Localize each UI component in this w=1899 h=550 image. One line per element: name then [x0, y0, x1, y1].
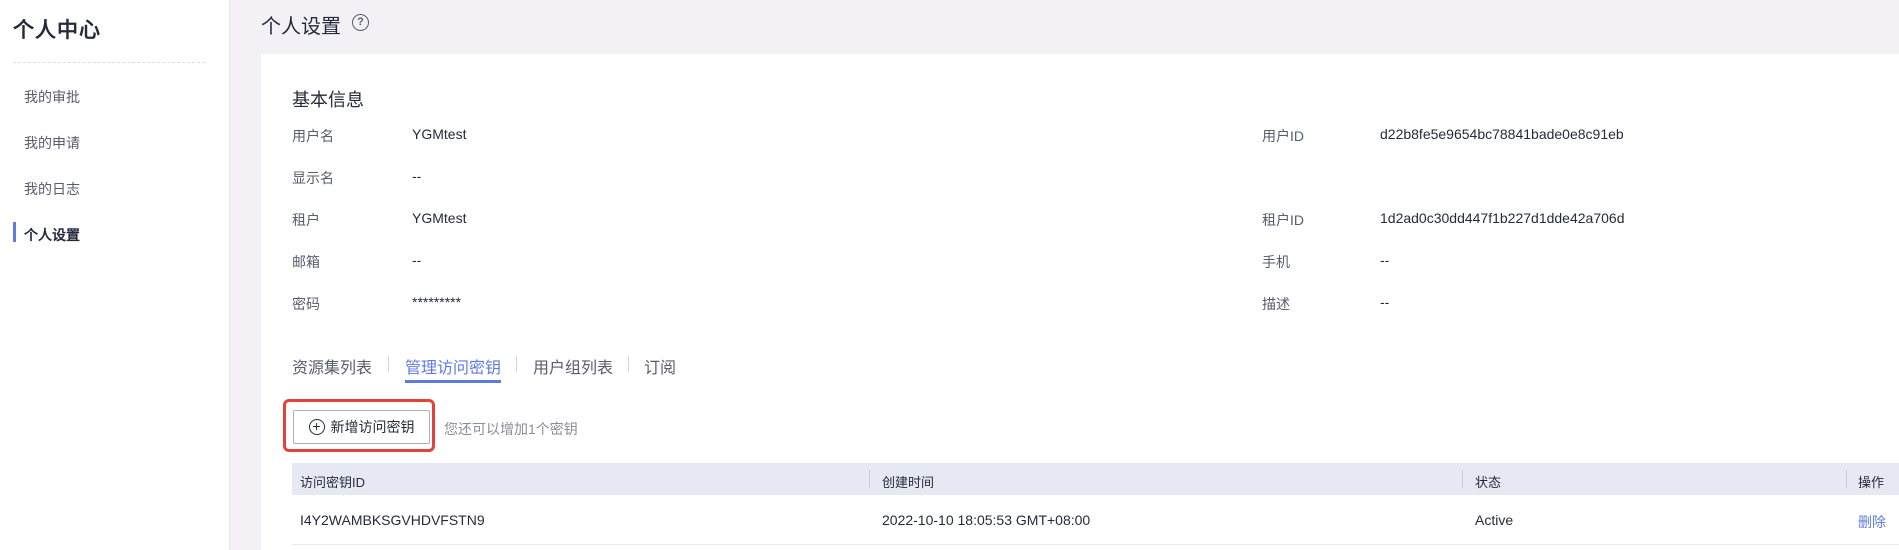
column-separator[interactable] — [1846, 470, 1847, 488]
password-value: ********* — [412, 294, 462, 310]
description-value: -- — [1380, 294, 1390, 310]
tab-separator — [628, 356, 629, 372]
password-label: 密码 — [292, 296, 320, 312]
tenant-label: 租户 — [292, 212, 320, 228]
help-icon[interactable]: ? — [352, 14, 369, 31]
tenant-value: YGMtest — [412, 210, 467, 226]
sidebar-item-my-approvals[interactable]: 我的审批 — [24, 87, 80, 107]
tab-user-groups[interactable]: 用户组列表 — [533, 354, 613, 378]
status-cell: Active — [1475, 512, 1514, 528]
column-header-actions: 操作 — [1858, 475, 1885, 490]
column-separator[interactable] — [869, 470, 870, 488]
sidebar: 个人中心 我的审批 我的申请 我的日志 个人设置 — [0, 0, 229, 550]
phone-label: 手机 — [1262, 254, 1290, 270]
column-separator[interactable] — [1462, 470, 1463, 488]
description-label: 描述 — [1262, 296, 1290, 312]
sidebar-separator — [229, 0, 230, 550]
add-access-key-button[interactable]: + 新增访问密钥 — [293, 410, 430, 444]
phone-value: -- — [1380, 252, 1390, 268]
display-name-value: -- — [412, 168, 422, 184]
tab-separator — [388, 356, 389, 372]
sidebar-item-my-logs[interactable]: 我的日志 — [24, 179, 80, 199]
user-id-label: 用户ID — [1262, 128, 1304, 144]
plus-circle-icon: + — [308, 419, 325, 435]
table-row: I4Y2WAMBKSGVHDVFSTN9 2022-10-10 18:05:53… — [292, 495, 1899, 545]
username-value: YGMtest — [412, 126, 467, 142]
sidebar-item-my-requests[interactable]: 我的申请 — [24, 133, 80, 153]
column-header-key-id: 访问密钥ID — [300, 475, 366, 490]
add-access-key-label: 新增访问密钥 — [330, 419, 415, 435]
created-time-cell: 2022-10-10 18:05:53 GMT+08:00 — [882, 512, 1091, 528]
display-name-label: 显示名 — [292, 170, 334, 186]
tab-access-keys[interactable]: 管理访问密钥 — [405, 354, 501, 378]
email-value: -- — [412, 252, 422, 268]
sidebar-active-indicator — [13, 222, 16, 242]
tab-resource-sets[interactable]: 资源集列表 — [292, 354, 372, 378]
content-card: 基本信息 用户名 YGMtest 用户ID d22b8fe5e9654bc788… — [261, 54, 1899, 550]
tenant-id-value: 1d2ad0c30dd447f1b227d1dde42a706d — [1380, 210, 1625, 226]
tab-separator — [516, 356, 517, 372]
email-label: 邮箱 — [292, 254, 320, 270]
username-label: 用户名 — [292, 128, 334, 144]
access-key-table-header: 访问密钥ID 创建时间 状态 操作 — [292, 463, 1899, 495]
tenant-id-label: 租户ID — [1262, 212, 1304, 228]
key-limit-hint: 您还可以增加1个密钥 — [444, 421, 578, 437]
tab-subscriptions[interactable]: 订阅 — [644, 354, 676, 378]
sidebar-divider — [13, 62, 205, 63]
page-title: 个人设置 — [261, 16, 341, 38]
sidebar-title: 个人中心 — [13, 19, 101, 42]
key-id-cell: I4Y2WAMBKSGVHDVFSTN9 — [300, 512, 485, 528]
user-id-value: d22b8fe5e9654bc78841bade0e8c91eb — [1380, 126, 1624, 142]
active-tab-underline — [405, 380, 501, 383]
column-header-created: 创建时间 — [882, 475, 935, 490]
sidebar-item-personal-settings[interactable]: 个人设置 — [24, 225, 80, 245]
delete-key-link[interactable]: 删除 — [1858, 512, 1886, 532]
column-header-status: 状态 — [1475, 475, 1502, 490]
basic-info-title: 基本信息 — [292, 90, 364, 110]
